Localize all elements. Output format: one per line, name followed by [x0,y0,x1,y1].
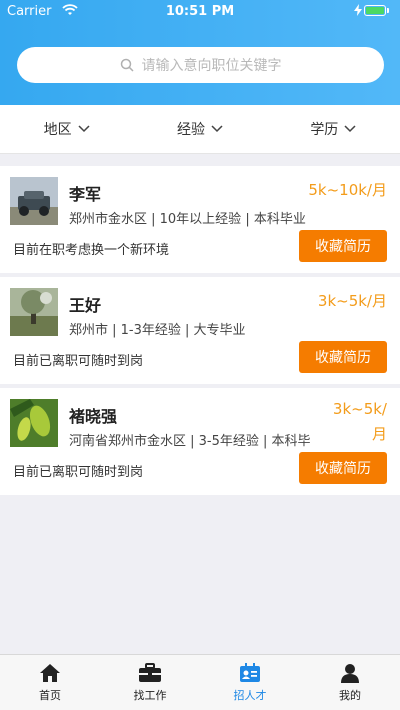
search-input[interactable]: 请输入意向职位关键字 [17,47,384,83]
save-resume-button[interactable]: 收藏简历 [299,452,387,484]
tab-mine-label: 我的 [339,689,361,702]
tab-recruit[interactable]: 招人才 [200,655,300,710]
job-status: 目前已离职可随时到岗 [13,465,144,480]
save-resume-button[interactable]: 收藏简历 [299,341,387,373]
contact-card-icon [240,663,260,682]
candidate-name: 李军 [69,185,102,204]
candidate-meta: 河南省郑州市金水区 | 3-5年经验 | 本科毕 [69,434,311,449]
filter-experience[interactable]: 经验 [133,105,266,153]
candidate-name: 王好 [69,296,102,315]
filter-region[interactable]: 地区 [0,105,133,153]
filter-experience-label: 经验 [176,122,205,138]
tab-home[interactable]: 首页 [0,655,100,710]
home-icon [40,664,60,682]
battery-icon [364,5,386,16]
clock: 10:51 PM [165,4,235,19]
candidate-name: 褚晓强 [69,407,118,426]
avatar [10,288,58,336]
battery-tip [387,8,389,13]
search-placeholder: 请输入意向职位关键字 [141,58,282,74]
tab-mine[interactable]: 我的 [300,655,400,710]
avatar [10,177,58,225]
chevron-down-icon [78,125,90,133]
salary: 3k~5k/月 [317,292,387,310]
candidate-card[interactable]: 王好 3k~5k/月 郑州市 | 1-3年经验 | 大专毕业 目前已离职可随时到… [0,277,400,384]
job-status: 目前在职考虑换一个新环境 [13,243,170,258]
salary: 3k~5k/月 [332,400,387,443]
candidate-meta: 郑州市金水区 | 10年以上经验 | 本科毕业 [69,212,306,227]
filter-education[interactable]: 学历 [267,105,400,153]
candidate-meta: 郑州市 | 1-3年经验 | 大专毕业 [69,323,246,338]
tab-find-job[interactable]: 找工作 [100,655,200,710]
tab-find-job-label: 找工作 [133,689,167,702]
chevron-down-icon [344,125,356,133]
header: Carrier 10:51 PM 请输入意向职位关键字 [0,0,400,105]
briefcase-icon [139,663,161,682]
status-bar: Carrier 10:51 PM [0,0,400,22]
filter-education-label: 学历 [310,122,339,138]
charging-icon [354,4,362,16]
job-status: 目前已离职可随时到岗 [13,354,144,369]
salary: 5k~10k/月 [308,181,387,199]
user-icon [341,664,359,683]
tab-bar: 首页 找工作 招人才 我的 [0,654,400,710]
filter-region-label: 地区 [43,122,72,138]
avatar [10,399,58,447]
candidate-card[interactable]: 李军 5k~10k/月 郑州市金水区 | 10年以上经验 | 本科毕业 目前在职… [0,166,400,273]
tab-recruit-label: 招人才 [233,689,267,702]
filter-bar: 地区 经验 学历 [0,105,400,154]
search-icon [120,58,134,72]
chevron-down-icon [211,125,223,133]
save-resume-button[interactable]: 收藏简历 [299,230,387,262]
tab-home-label: 首页 [39,689,61,702]
candidate-card[interactable]: 褚晓强 3k~5k/月 河南省郑州市金水区 | 3-5年经验 | 本科毕 目前已… [0,388,400,495]
